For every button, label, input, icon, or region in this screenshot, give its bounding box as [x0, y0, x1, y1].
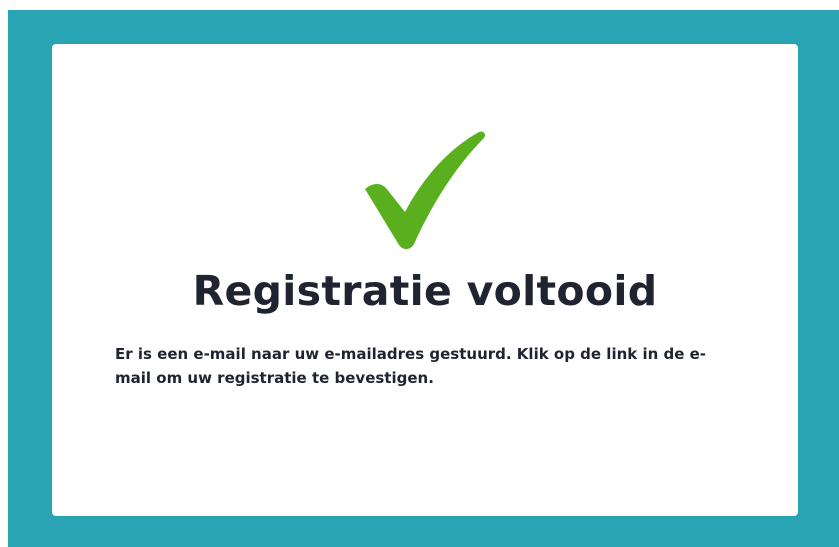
checkmark-icon [362, 130, 488, 250]
page-title: Registratie voltooid [192, 267, 658, 315]
confirmation-message: Er is een e-mail naar uw e-mailadres ges… [115, 345, 707, 387]
